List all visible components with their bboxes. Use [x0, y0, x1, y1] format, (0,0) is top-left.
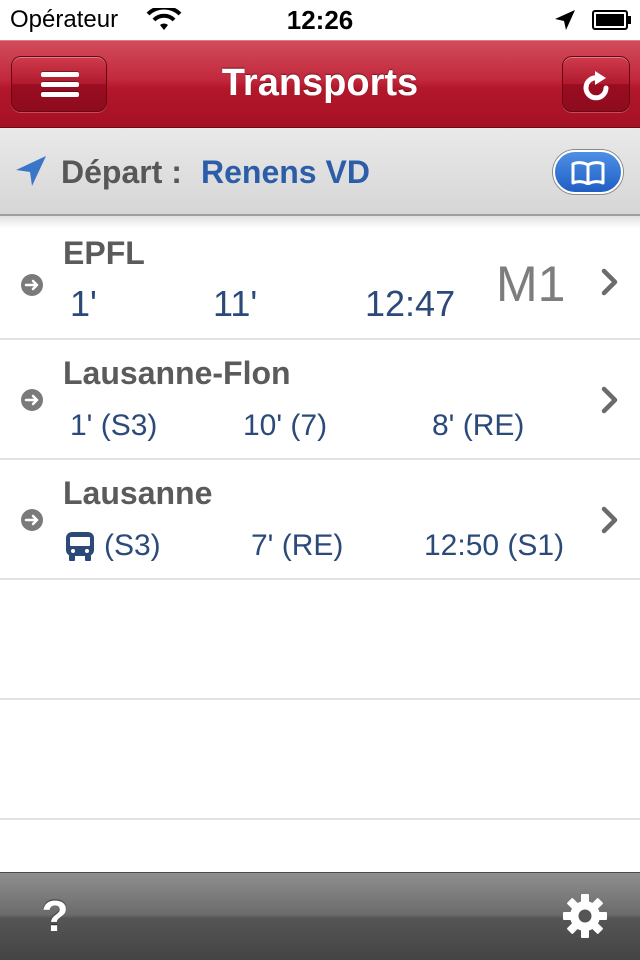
- departure-time: 12:50 (S1): [424, 529, 565, 562]
- arrow-circle-icon: [21, 509, 43, 531]
- departure-time: 12:47: [365, 283, 456, 324]
- destination-name: EPFL: [63, 235, 145, 271]
- bus-icon: [66, 532, 94, 561]
- location-arrow-icon: [16, 156, 46, 186]
- refresh-button[interactable]: [562, 56, 630, 112]
- destination-name: Lausanne-Flon: [63, 355, 291, 391]
- list-item[interactable]: EPFL 1' 11' 12:47 M1: [0, 220, 640, 340]
- chevron-right-icon: [601, 386, 618, 414]
- location-services-icon: [555, 10, 575, 30]
- departure-bar[interactable]: Départ : Renens VD: [0, 128, 640, 216]
- empty-row: [0, 580, 640, 700]
- navigation-bar: Transports: [0, 40, 640, 128]
- destination-name: Lausanne: [63, 475, 213, 511]
- departure-time: 1': [70, 283, 97, 324]
- battery-icon: [592, 10, 631, 30]
- clock-time: 12:26: [286, 5, 354, 35]
- chevron-right-icon: [601, 268, 618, 296]
- destination-list: EPFL 1' 11' 12:47 M1 Lausanne-Flon 1' (S…: [0, 216, 640, 872]
- settings-gear-icon[interactable]: [562, 893, 608, 939]
- departure-label: Départ :: [61, 154, 182, 190]
- departure-line: (S3): [104, 529, 161, 562]
- arrow-circle-icon: [21, 274, 43, 296]
- status-bar: Opérateur 12:26: [0, 0, 640, 40]
- list-item[interactable]: Lausanne-Flon 1' (S3) 10' (7) 8' (RE): [0, 340, 640, 460]
- list-item[interactable]: Lausanne (S3) 7' (RE) 12:50 (S1): [0, 460, 640, 580]
- line-label: M1: [496, 256, 566, 312]
- bottom-toolbar: ?: [0, 872, 640, 960]
- help-button[interactable]: ?: [38, 891, 72, 943]
- favorites-button[interactable]: [553, 150, 623, 194]
- empty-row: [0, 700, 640, 820]
- departure-time: 1' (S3): [70, 409, 158, 442]
- departure-time: 11': [213, 283, 258, 324]
- book-icon: [571, 161, 605, 185]
- departure-time: 7' (RE): [251, 529, 344, 562]
- departure-time: 10' (7): [243, 409, 328, 442]
- departure-time: 8' (RE): [432, 409, 525, 442]
- arrow-circle-icon: [21, 389, 43, 411]
- page-title: Transports: [221, 62, 419, 104]
- departure-station[interactable]: Renens VD: [201, 152, 370, 192]
- refresh-icon: [583, 71, 609, 101]
- chevron-right-icon: [601, 506, 618, 534]
